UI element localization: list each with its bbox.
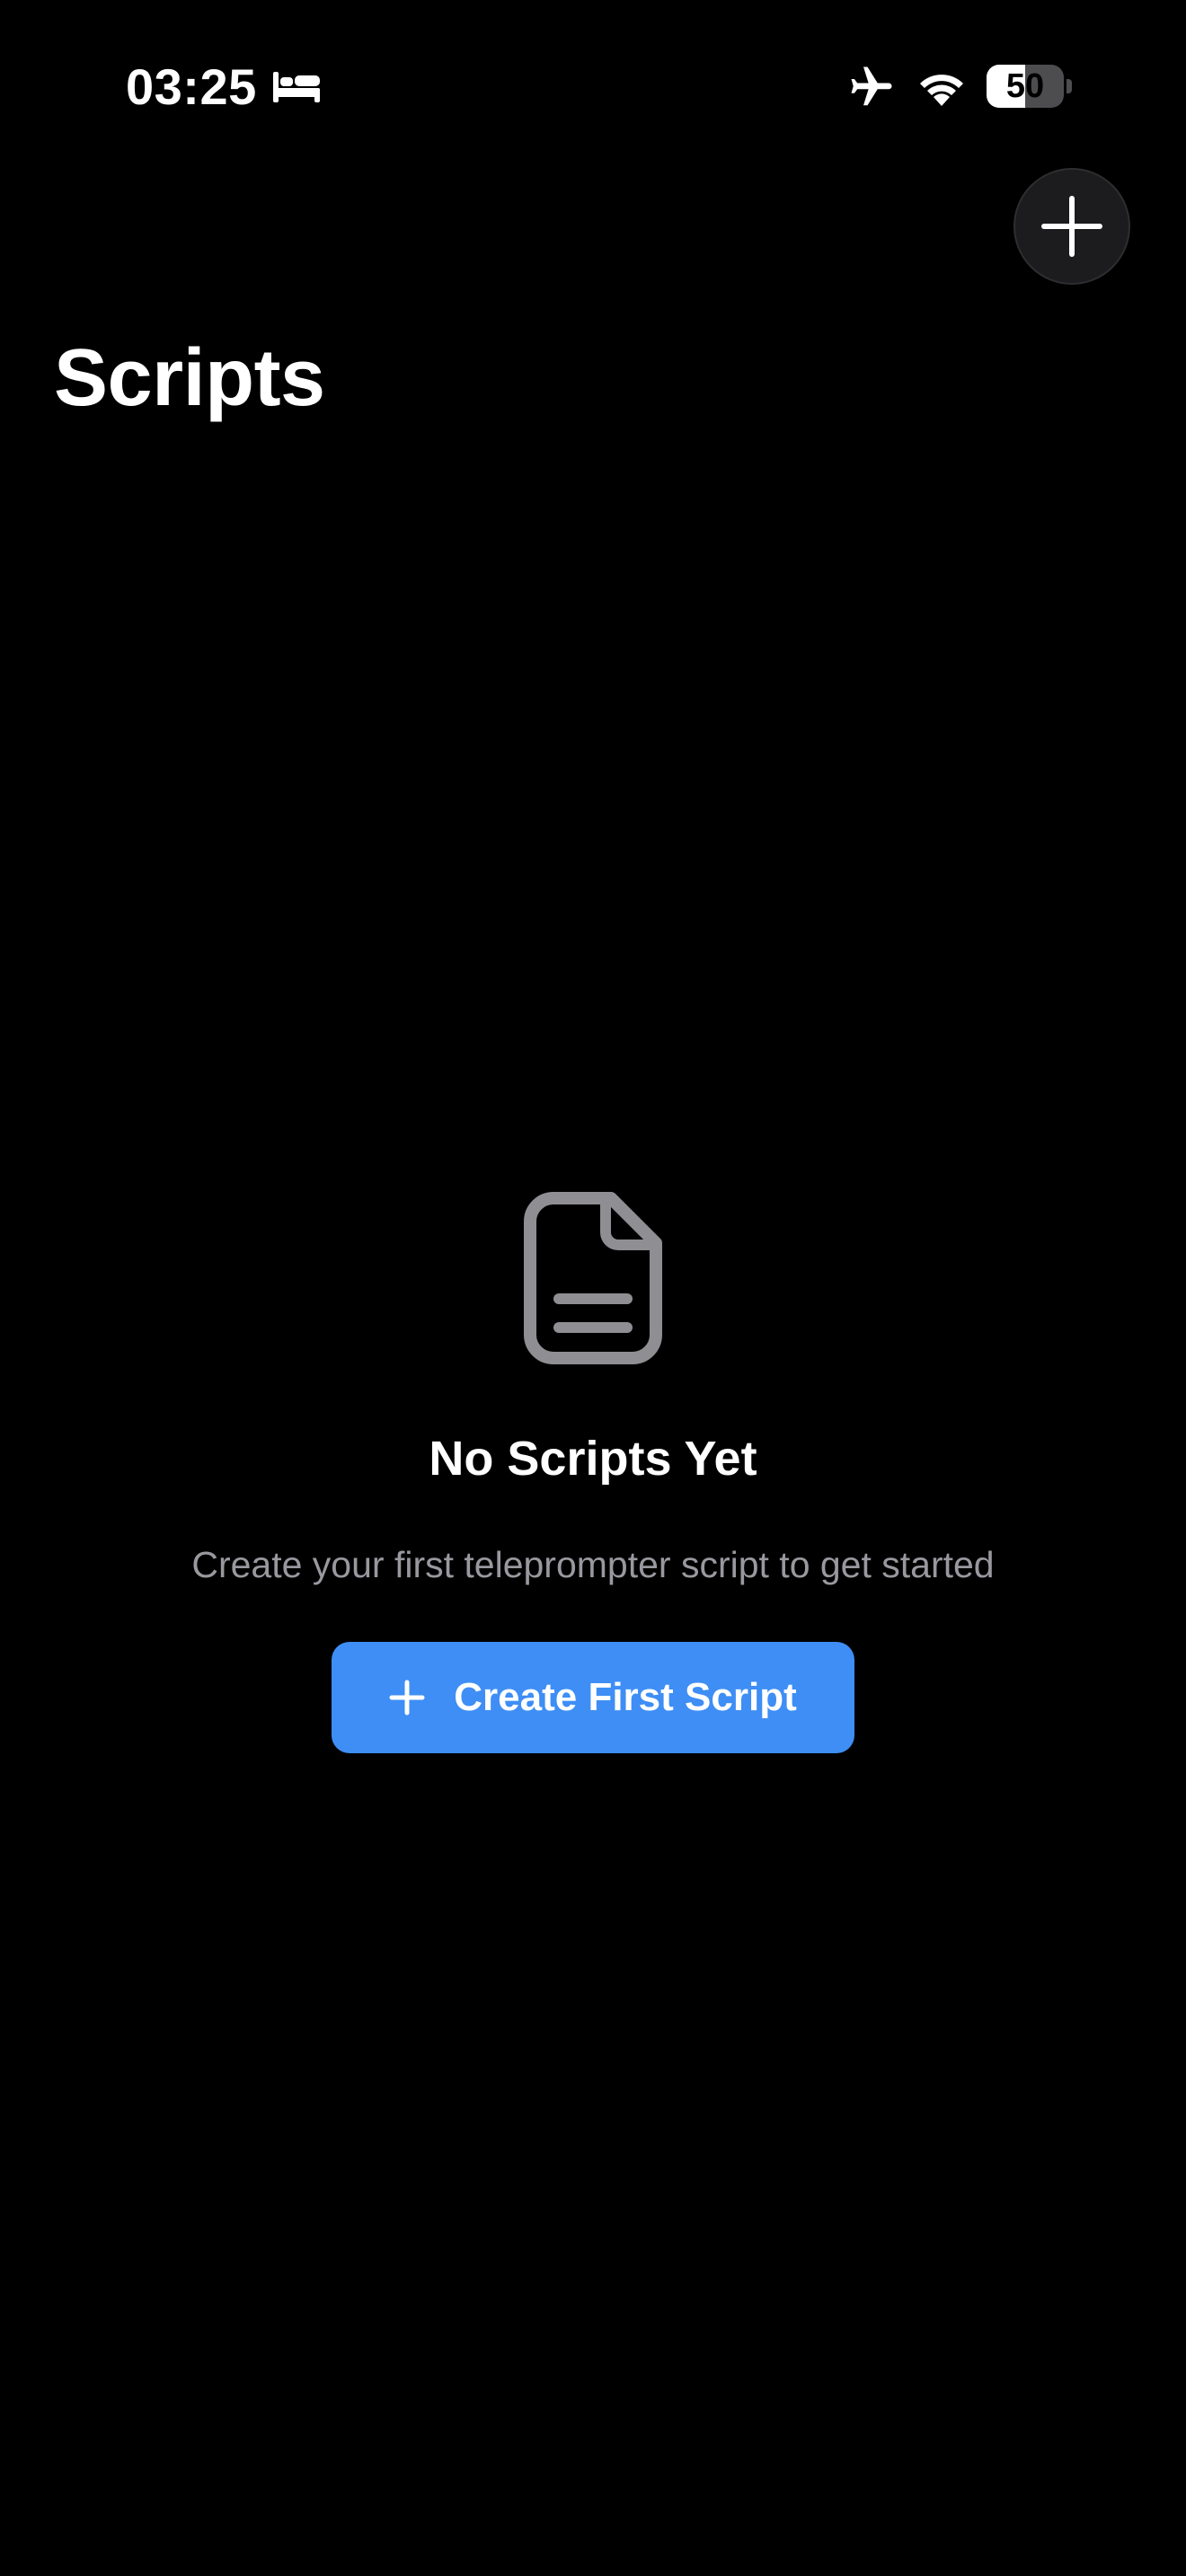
- page-title: Scripts: [54, 333, 325, 423]
- plus-icon: [389, 1680, 425, 1716]
- document-icon: [524, 1192, 662, 1364]
- sleep-focus-icon: [271, 68, 322, 104]
- add-script-button[interactable]: [1013, 168, 1130, 285]
- status-time: 03:25: [126, 58, 257, 115]
- plus-icon: [1041, 196, 1102, 257]
- battery-level: 50: [1005, 67, 1045, 105]
- empty-state-title: No Scripts Yet: [429, 1432, 757, 1486]
- battery-icon: 50: [987, 65, 1073, 108]
- airplane-mode-icon: [846, 63, 897, 111]
- wifi-icon: [915, 65, 969, 108]
- create-first-script-label: Create First Script: [454, 1675, 797, 1719]
- empty-state-subtitle: Create your first teleprompter script to…: [191, 1544, 995, 1585]
- status-bar: 03:25 50: [0, 0, 1186, 180]
- create-first-script-button[interactable]: Create First Script: [332, 1642, 854, 1753]
